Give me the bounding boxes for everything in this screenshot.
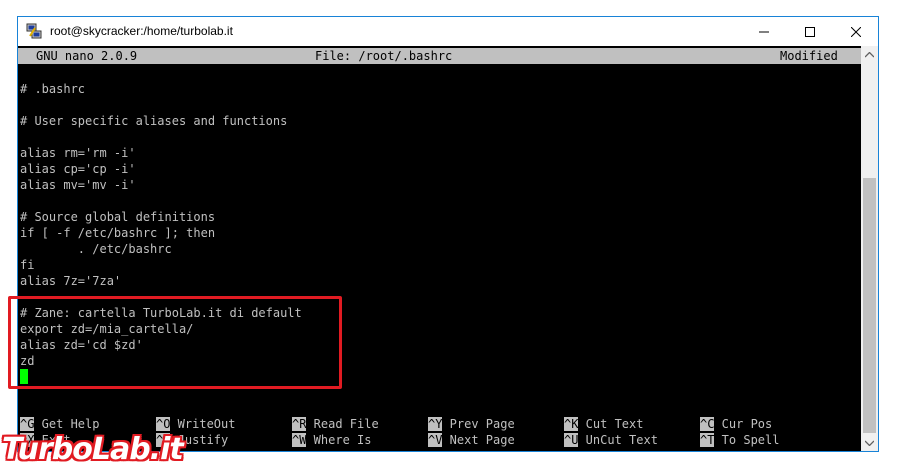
code-line: # .bashrc xyxy=(20,82,86,96)
shortcut-where-is[interactable]: ^W Where Is xyxy=(292,432,371,448)
code-line: if [ -f /etc/bashrc ]; then xyxy=(20,226,216,240)
nano-header: GNU nano 2.0.9 File: /root/.bashrc Modif… xyxy=(18,48,861,64)
code-line: alias mv='mv -i' xyxy=(20,178,136,192)
turbolab-watermark: TurboLab.it xyxy=(2,432,184,467)
maximize-button[interactable] xyxy=(787,17,833,46)
scroll-down-button[interactable] xyxy=(861,434,878,451)
nano-status: Modified xyxy=(780,49,838,63)
shortcut-prev-page[interactable]: ^Y Prev Page xyxy=(428,416,515,432)
scrollbar-thumb[interactable] xyxy=(863,178,876,433)
highlight-box xyxy=(8,296,342,389)
code-line: # Source global definitions xyxy=(20,210,216,224)
terminal-area[interactable]: GNU nano 2.0.9 File: /root/.bashrc Modif… xyxy=(18,46,861,451)
shortcut-read-file[interactable]: ^R Read File xyxy=(292,416,379,432)
shortcut-cur-pos[interactable]: ^C Cur Pos xyxy=(700,416,772,432)
code-line: alias cp='cp -i' xyxy=(20,162,136,176)
shortcut-uncut-text[interactable]: ^U UnCut Text xyxy=(564,432,658,448)
shortcut-to-spell[interactable]: ^T To Spell xyxy=(700,432,779,448)
close-icon xyxy=(851,26,861,37)
putty-icon xyxy=(26,23,42,39)
code-line: # User specific aliases and functions xyxy=(20,114,288,128)
code-line: alias 7z='7za' xyxy=(20,274,122,288)
vertical-scrollbar[interactable] xyxy=(861,46,878,451)
nano-version: GNU nano 2.0.9 xyxy=(36,49,138,63)
scroll-up-button[interactable] xyxy=(861,46,878,63)
shortcut-writeout[interactable]: ^O WriteOut xyxy=(156,416,235,432)
shortcut-get-help[interactable]: ^G Get Help xyxy=(20,416,99,432)
title-bar[interactable]: root@skycracker:/home/turbolab.it xyxy=(18,17,878,46)
shortcut-cut-text[interactable]: ^K Cut Text xyxy=(564,416,643,432)
minimize-icon xyxy=(759,31,769,32)
shortcut-next-page[interactable]: ^V Next Page xyxy=(428,432,515,448)
maximize-icon xyxy=(805,26,815,37)
minimize-button[interactable] xyxy=(741,17,787,46)
close-button[interactable] xyxy=(833,17,879,46)
scroll-down-icon xyxy=(865,440,874,446)
code-line: fi xyxy=(20,258,35,272)
code-line: alias rm='rm -i' xyxy=(20,146,136,160)
scroll-up-icon xyxy=(865,51,874,57)
window-title: root@skycracker:/home/turbolab.it xyxy=(50,24,233,38)
code-line: . /etc/bashrc xyxy=(20,242,172,256)
nano-file: File: /root/.bashrc xyxy=(315,49,453,63)
